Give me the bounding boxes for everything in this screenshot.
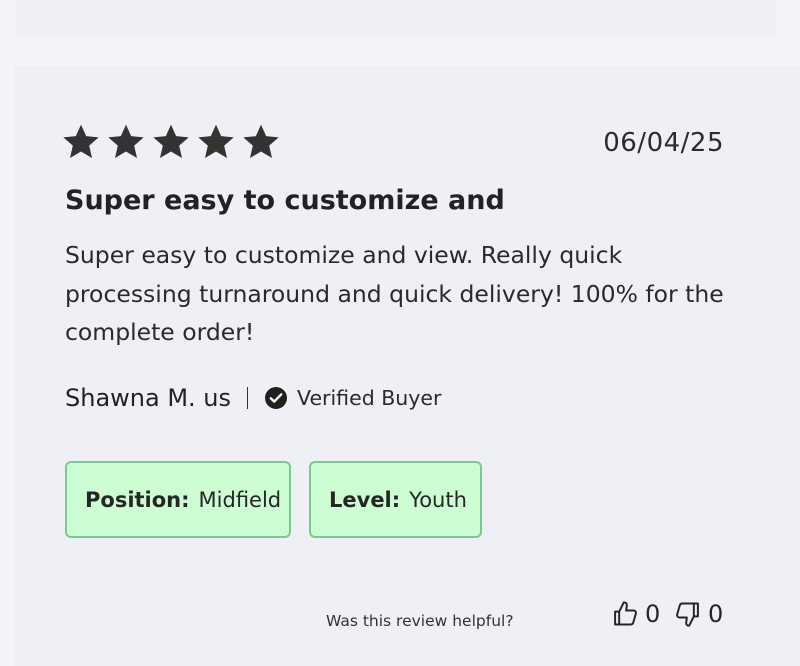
star-rating bbox=[61, 122, 281, 162]
divider bbox=[247, 387, 249, 409]
review-date: 06/04/25 bbox=[603, 128, 724, 158]
author-name: Shawna M. us bbox=[65, 384, 232, 412]
tag-key: Position: bbox=[85, 487, 190, 512]
star-icon bbox=[151, 122, 191, 162]
verified-buyer-label: Verified Buyer bbox=[297, 386, 442, 410]
tag-value: Youth bbox=[409, 487, 467, 512]
star-icon bbox=[196, 122, 236, 162]
previous-review-edge bbox=[16, 0, 776, 36]
thumbs-down-icon bbox=[674, 600, 702, 628]
star-icon bbox=[61, 122, 101, 162]
tag-value: Midfield bbox=[198, 487, 282, 512]
star-icon bbox=[106, 122, 146, 162]
review-body: Super easy to customize and view. Really… bbox=[65, 241, 724, 346]
tag-level: Level: Youth bbox=[309, 461, 482, 538]
helpful-no-count: 0 bbox=[708, 600, 724, 628]
helpful-yes-button[interactable]: 0 bbox=[611, 600, 660, 628]
author-row: Shawna M. us Verified Buyer bbox=[65, 382, 441, 414]
helpful-no-button[interactable]: 0 bbox=[674, 600, 723, 628]
star-icon bbox=[241, 122, 281, 162]
tag-key: Level: bbox=[329, 487, 401, 512]
helpful-yes-count: 0 bbox=[645, 600, 661, 628]
review-title: Super easy to customize and bbox=[65, 185, 505, 216]
check-circle-icon bbox=[264, 386, 288, 410]
tag-position: Position: Midfield bbox=[65, 461, 291, 538]
thumbs-up-icon bbox=[611, 600, 639, 628]
helpful-prompt: Was this review helpful? bbox=[326, 612, 514, 630]
